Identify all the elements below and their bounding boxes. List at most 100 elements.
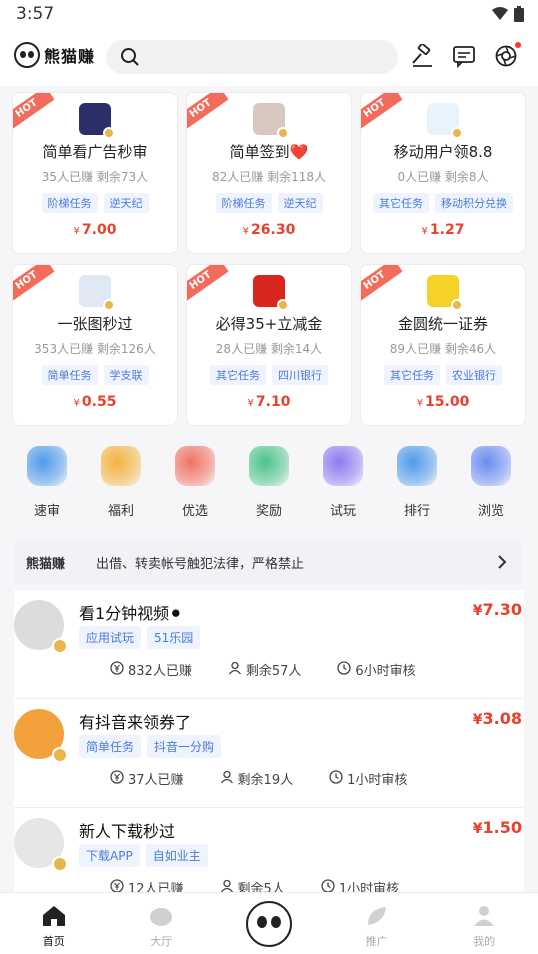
search-icon [121, 48, 139, 66]
earned-count: 0人已赚 [397, 170, 442, 184]
currency-symbol: ¥ [242, 226, 250, 237]
task-avatar [14, 709, 68, 763]
task-thumbnail [253, 103, 289, 139]
remaining-count: 剩余57人 [245, 664, 302, 679]
task-card[interactable]: HOT 必得35+立减金 28人已赚 剩余14人 其它任务 四川银行 ¥7.10 [186, 264, 352, 426]
currency-symbol: ¥ [247, 398, 254, 409]
task-avatar [14, 818, 68, 872]
task-price: ¥7.10 [187, 394, 351, 410]
task-tag: 抖音一分购 [147, 735, 222, 758]
task-title: 移动用户领8.8 [393, 143, 493, 161]
hammer-icon[interactable] [410, 42, 434, 68]
task-title: 看1分钟视频⚫ [79, 604, 183, 623]
price-value: 7.10 [255, 394, 291, 410]
remaining-count: 剩余14人 [270, 342, 323, 356]
quick-entry-5[interactable]: 排行 [387, 446, 447, 519]
person-icon [220, 770, 234, 788]
verified-badge-icon [52, 856, 68, 872]
wifi-icon [492, 7, 508, 20]
stat-item: 剩余57人 [228, 660, 302, 679]
status-bar: 3:57 [0, 0, 538, 30]
verified-badge-icon [451, 299, 463, 311]
task-title: 必得35+立减金 [215, 315, 323, 333]
tab-label: 我的 [473, 935, 496, 948]
task-tags: 其它任务 四川银行 [187, 365, 351, 385]
verified-badge-icon [277, 299, 289, 311]
reward-icon [249, 446, 289, 486]
stat-item: 832人已赚 [110, 660, 192, 679]
tab-2[interactable] [229, 893, 309, 954]
currency-symbol: ¥ [73, 226, 80, 237]
task-tag: 阶梯任务 [41, 193, 98, 213]
search-bar[interactable] [106, 40, 398, 74]
task-list: 看1分钟视频⚫ 应用试玩 51乐园 ¥7.30 832人已赚 剩余57人 6小时审核 有抖音来… [14, 590, 524, 917]
task-meta: 82人已赚 剩余118人 [187, 168, 351, 185]
hot-badge: HOT [361, 265, 403, 304]
fast-review-icon [27, 446, 67, 486]
task-price: ¥1.27 [361, 222, 525, 238]
task-thumbnail [79, 103, 115, 139]
system-icons [492, 6, 524, 22]
task-stats: 832人已赚 剩余57人 6小时审核 [110, 660, 416, 679]
stat-item: 37人已赚 [110, 769, 184, 788]
verified-badge-icon [103, 299, 115, 311]
remaining-count: 剩余8人 [444, 170, 489, 184]
clock-icon [337, 660, 352, 679]
task-row[interactable]: 有抖音来领券了 简单任务 抖音一分购 ¥3.08 37人已赚 剩余19人 1小时审核 [14, 699, 524, 808]
verified-badge-icon [451, 127, 463, 139]
task-tags: 简单任务 学支联 [13, 365, 177, 385]
rank-icon [397, 446, 437, 486]
stat-item: 1小时审核 [329, 769, 407, 788]
task-tags: 其它任务 移动积分兑换 [361, 193, 525, 213]
price-value: 1.50 [482, 818, 522, 837]
earned-count: 89人已赚 [389, 342, 442, 356]
task-card[interactable]: HOT 简单看广告秒审 35人已赚 剩余73人 阶梯任务 逆天纪 ¥7.00 [12, 92, 178, 254]
notice-bar[interactable]: 熊猫赚 出借、转卖帐号触犯法律，严格禁止 [14, 540, 522, 584]
message-icon[interactable] [452, 44, 476, 69]
task-tags: 其它任务 农业银行 [361, 365, 525, 385]
browse-icon [471, 446, 511, 486]
task-card[interactable]: HOT 移动用户领8.8 0人已赚 剩余8人 其它任务 移动积分兑换 ¥1.27 [360, 92, 526, 254]
header-actions [410, 42, 521, 69]
quick-entry-0[interactable]: 速审 [17, 446, 77, 519]
tab-0[interactable]: 首页 [14, 893, 94, 954]
task-tag: 其它任务 [373, 193, 429, 213]
hot-badge: HOT [187, 265, 229, 304]
task-tag: 四川银行 [272, 365, 328, 385]
quick-entry-4[interactable]: 试玩 [313, 446, 373, 519]
task-card[interactable]: HOT 简单签到❤️ 82人已赚 剩余118人 阶梯任务 逆天纪 ¥26.30 [186, 92, 352, 254]
settings-icon[interactable] [494, 42, 521, 68]
tab-3[interactable]: 推广 [337, 893, 417, 954]
task-title: 新人下载秒过 [79, 822, 176, 841]
task-thumbnail [427, 275, 463, 311]
remaining-count: 剩余118人 [267, 170, 326, 184]
price-value: 7.00 [81, 222, 117, 238]
stat-item: 剩余19人 [220, 769, 293, 788]
task-title: 金圆统一证券 [397, 315, 488, 333]
currency-symbol: ¥ [472, 821, 483, 837]
quick-entry-3[interactable]: 奖励 [239, 446, 299, 519]
tab-1[interactable]: 大厅 [121, 893, 201, 954]
task-card[interactable]: HOT 金圆统一证券 89人已赚 剩余46人 其它任务 农业银行 ¥15.00 [360, 264, 526, 426]
task-title: 有抖音来领券了 [79, 713, 192, 732]
task-tags: 阶梯任务 逆天纪 [187, 193, 351, 213]
quick-entry-label: 试玩 [329, 504, 356, 519]
task-tag: 应用试玩 [79, 626, 142, 649]
quick-entry-row: 速审 福利 优选 奖励 试玩 排行 浏览 [0, 446, 538, 519]
task-card[interactable]: HOT 一张图秒过 353人已赚 剩余126人 简单任务 学支联 ¥0.55 [12, 264, 178, 426]
task-price: ¥7.00 [13, 222, 177, 238]
hot-badge: HOT [13, 93, 55, 132]
tab-label: 首页 [42, 935, 65, 948]
task-row[interactable]: 看1分钟视频⚫ 应用试玩 51乐园 ¥7.30 832人已赚 剩余57人 6小时审核 [14, 590, 524, 699]
panda-logo-icon [14, 42, 40, 68]
panda-center-icon[interactable] [245, 901, 292, 947]
quick-entry-1[interactable]: 福利 [91, 446, 151, 519]
quick-entry-6[interactable]: 浏览 [461, 446, 521, 519]
app-logo: 熊猫赚 [14, 42, 95, 68]
quick-entry-2[interactable]: 优选 [165, 446, 225, 519]
quick-entry-label: 排行 [403, 504, 430, 519]
tab-4[interactable]: 我的 [444, 893, 524, 954]
task-price: ¥26.30 [187, 222, 351, 238]
hot-task-grid: HOT 简单看广告秒审 35人已赚 剩余73人 阶梯任务 逆天纪 ¥7.00 HOT 简单签到… [12, 92, 526, 426]
task-meta: 28人已赚 剩余14人 [187, 340, 351, 357]
